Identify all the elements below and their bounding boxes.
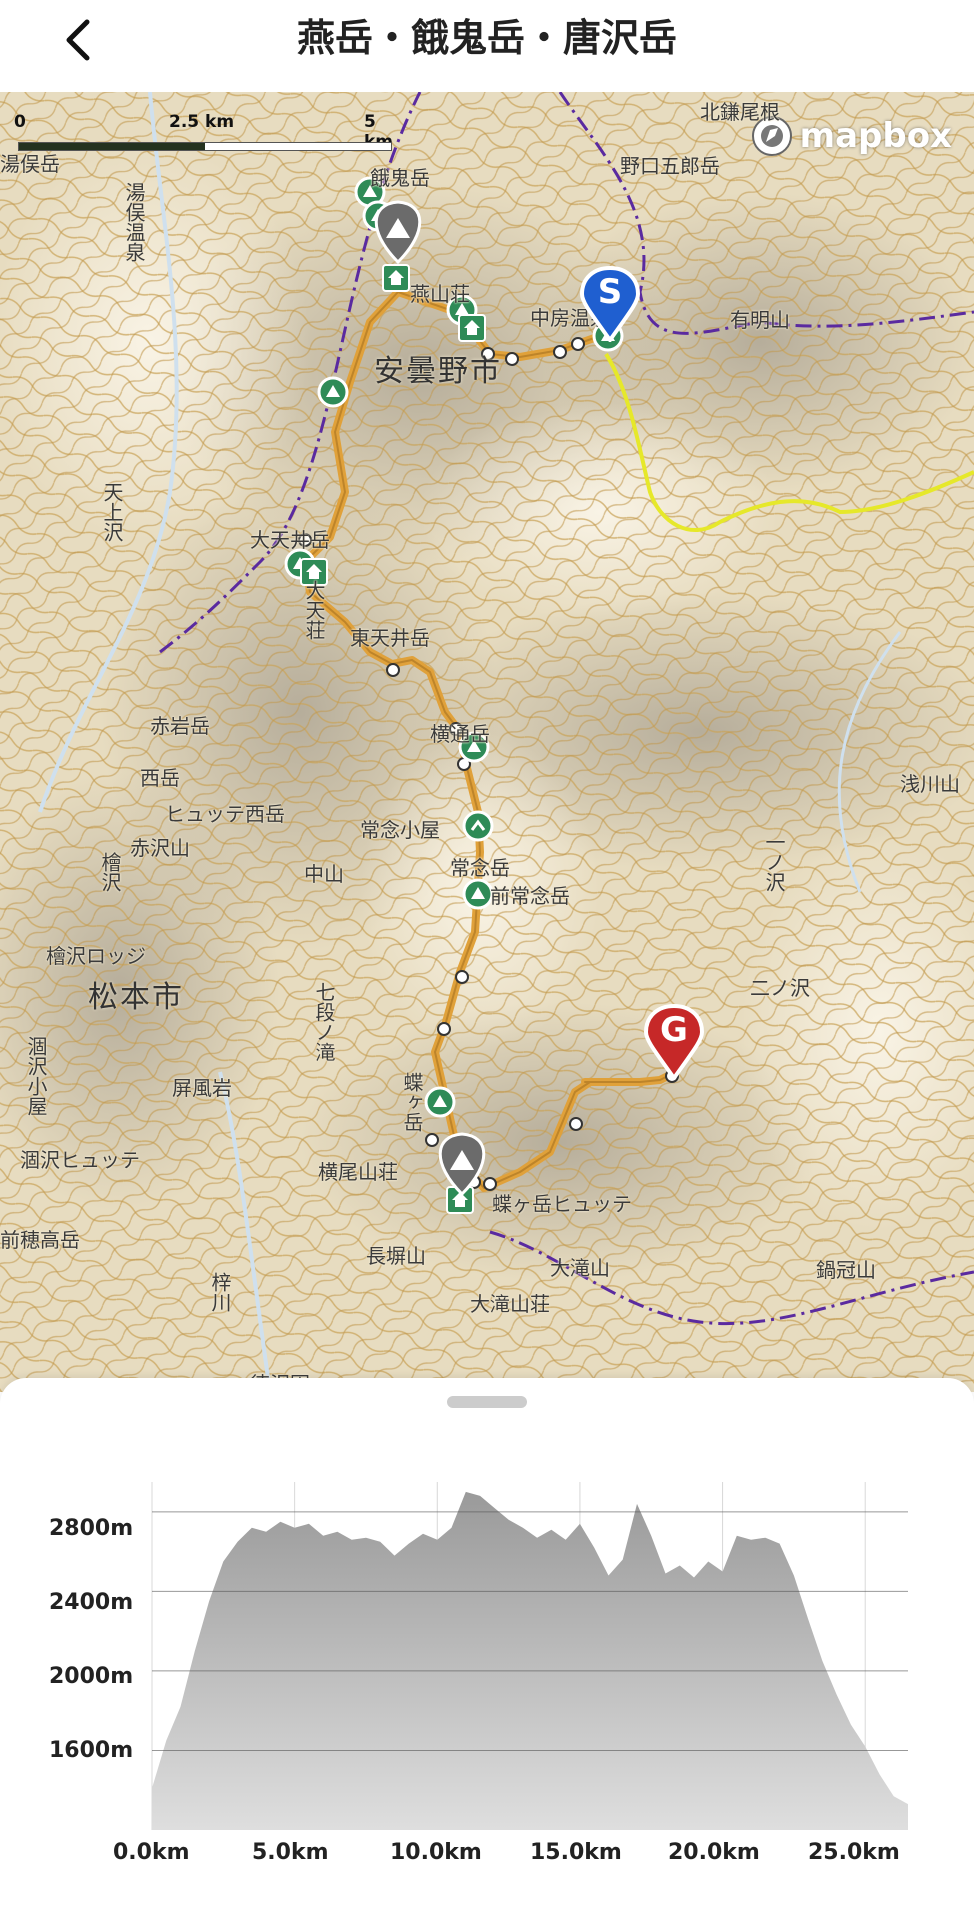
place-label: 有明山 <box>730 308 790 332</box>
place-label: 蝶ヶ岳 <box>400 1072 424 1132</box>
scale-label-mid: 2.5 km <box>169 112 235 132</box>
place-label: 檜沢 <box>98 852 122 892</box>
place-label: 長塀山 <box>366 1244 426 1268</box>
place-label: 浅川山 <box>900 772 960 796</box>
mapbox-wordmark: mapbox <box>799 116 952 156</box>
place-label: 一ノ沢 <box>762 832 786 892</box>
place-label: 二ノ沢 <box>750 976 810 1000</box>
place-label: 前穂高岳 <box>0 1228 80 1252</box>
elevation-area <box>152 1491 908 1830</box>
start-marker[interactable]: S <box>580 266 640 342</box>
elevation-chart[interactable] <box>0 1378 974 1920</box>
page-title: 燕岳・餓鬼岳・唐沢岳 <box>296 16 677 60</box>
place-label: 檜沢ロッジ <box>46 944 146 968</box>
place-label: 西岳 <box>140 766 180 790</box>
place-label: 天上沢 <box>100 482 124 542</box>
place-label: 燕山荘 <box>410 282 470 306</box>
place-label: 大滝山 <box>550 1256 610 1280</box>
place-label: 蝶ヶ岳ヒュッテ <box>492 1192 632 1216</box>
goal-marker[interactable]: G <box>644 1004 704 1080</box>
place-label: 赤沢山 <box>130 836 190 860</box>
place-label: 涸沢小屋 <box>24 1036 48 1116</box>
scale-bar <box>18 142 392 151</box>
goal-marker-label: G <box>660 1010 688 1050</box>
place-label: 湯俣岳 <box>0 152 60 176</box>
place-label: 屏風岩 <box>172 1076 232 1100</box>
place-label: ヒュッテ西岳 <box>165 802 285 826</box>
city-label: 松本市 <box>88 980 184 1015</box>
place-label: 餓鬼岳 <box>370 166 430 190</box>
place-label: 湯俣温泉 <box>122 182 146 262</box>
place-label: 鍋冠山 <box>816 1258 876 1282</box>
scale-label-0: 0 <box>14 112 26 132</box>
map-scale-bar: 0 2.5 km 5 km <box>14 112 394 152</box>
place-label: 横通岳 <box>430 722 490 746</box>
mapbox-logo[interactable]: mapbox <box>750 114 952 158</box>
place-label: 赤岩岳 <box>150 714 210 738</box>
city-label: 安曇野市 <box>374 354 502 389</box>
place-label: 前常念岳 <box>490 884 570 908</box>
place-label: 横尾山荘 <box>318 1160 398 1184</box>
header-bar: 燕岳・餓鬼岳・唐沢岳 <box>0 0 974 92</box>
place-label: 梓川 <box>208 1272 232 1312</box>
start-marker-label: S <box>597 272 623 312</box>
topographic-map[interactable]: 0 2.5 km 5 km mapbox 湯俣岳 湯俣温泉 北鎌尾根 野口五郎岳… <box>0 92 974 1392</box>
place-label: 常念岳 <box>450 856 510 880</box>
place-label: 常念小屋 <box>360 818 440 842</box>
place-label: 野口五郎岳 <box>620 154 720 178</box>
elevation-sheet: 2800m 2400m 2000m 1600m 0.0km 5.0km 10.0… <box>0 1378 974 1920</box>
place-label: 大滝山荘 <box>470 1292 550 1316</box>
place-label: 涸沢ヒュッテ <box>20 1148 140 1172</box>
place-label: 中山 <box>304 862 344 886</box>
place-label: 北鎌尾根 <box>700 100 780 124</box>
place-label: 大天井岳 <box>250 528 330 552</box>
place-label: 七段ノ滝 <box>312 982 336 1062</box>
place-label: 東天井岳 <box>350 626 430 650</box>
place-label: 大天荘 <box>302 580 326 640</box>
